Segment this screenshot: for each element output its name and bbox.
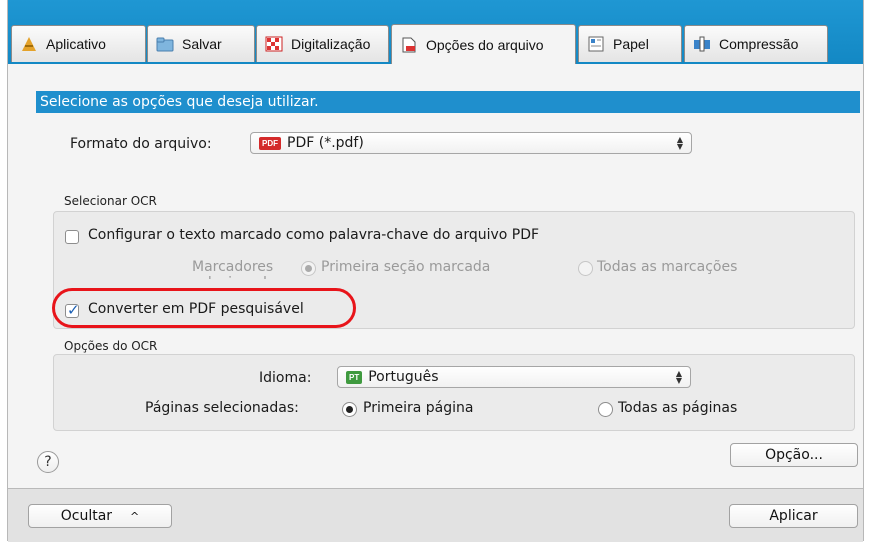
tab-compression[interactable]: Compressão <box>684 25 828 62</box>
file-format-label: Formato do arquivo: <box>70 136 212 152</box>
markers-first-radio[interactable] <box>301 261 316 276</box>
pages-first-radio[interactable] <box>342 402 357 417</box>
tab-paper[interactable]: Papel <box>578 25 682 62</box>
folder-icon <box>156 36 174 52</box>
markers-all-radio[interactable] <box>578 261 593 276</box>
select-arrows-icon: ▲ ▼ <box>675 369 682 385</box>
pages-first-label: Primeira página <box>363 400 474 416</box>
file-options-icon <box>400 37 418 53</box>
select-arrows-icon: ▲ ▼ <box>676 135 683 151</box>
markers-label: Marcadores selecionados: <box>192 259 287 279</box>
file-format-value: PDF (*.pdf) <box>287 135 364 151</box>
instruction-header: Selecione as opções que deseja utilizar. <box>36 91 860 113</box>
tab-strip: Aplicativo Salvar Digitalização Opções d… <box>8 0 863 64</box>
apply-button[interactable]: Aplicar <box>729 504 858 528</box>
tab-scanning[interactable]: Digitalização <box>256 25 389 62</box>
hide-button[interactable]: Ocultar ^ <box>28 504 172 528</box>
pages-all-radio[interactable] <box>598 402 613 417</box>
file-options-panel: Selecione as opções que deseja utilizar.… <box>8 64 863 488</box>
keyword-checkbox-label: Configurar o texto marcado como palavra-… <box>88 227 540 243</box>
pages-all-label: Todas as páginas <box>618 400 738 416</box>
option-button[interactable]: Opção... <box>730 443 858 467</box>
ocr-options-title: Opções do OCR <box>64 339 158 353</box>
help-button[interactable]: ? <box>37 451 59 473</box>
keyword-checkbox[interactable] <box>65 230 79 244</box>
scanner-settings-window: Aplicativo Salvar Digitalização Opções d… <box>7 0 864 542</box>
highlight-circle <box>52 288 356 328</box>
tab-file-options[interactable]: Opções do arquivo <box>391 24 576 64</box>
application-icon <box>20 36 38 52</box>
markers-all-label: Todas as marcações <box>597 259 738 275</box>
markers-first-label: Primeira seção marcada <box>321 259 491 275</box>
language-label: Idioma: <box>259 370 312 386</box>
portugal-flag-icon: PT <box>346 370 363 384</box>
language-select[interactable]: PT Português ▲ ▼ <box>337 366 691 388</box>
ocr-select-title: Selecionar OCR <box>64 194 157 208</box>
chevron-up-icon: ^ <box>130 509 140 523</box>
hide-button-label: Ocultar <box>60 508 113 524</box>
pages-label: Páginas selecionadas: <box>145 400 299 416</box>
file-format-select[interactable]: PDF PDF (*.pdf) ▲ ▼ <box>250 132 692 154</box>
pdf-icon: PDF <box>259 136 281 150</box>
scan-icon <box>265 36 283 52</box>
tab-application[interactable]: Aplicativo <box>11 25 146 62</box>
tab-save[interactable]: Salvar <box>147 25 255 62</box>
footer-bar: Ocultar ^ Aplicar <box>8 488 863 542</box>
compression-icon <box>693 36 711 52</box>
language-value: Português <box>368 369 439 385</box>
paper-icon <box>587 36 605 52</box>
